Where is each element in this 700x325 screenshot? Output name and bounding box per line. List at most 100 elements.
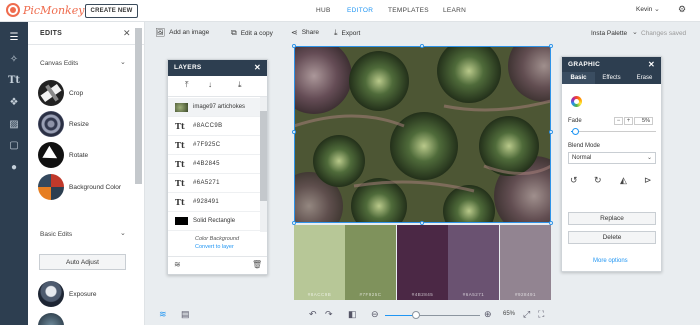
- fit-screen-icon[interactable]: ⤢: [523, 309, 530, 320]
- resize-handle[interactable]: [420, 44, 424, 48]
- palette-dropdown[interactable]: Insta Palette: [591, 30, 627, 37]
- rotate-left-icon[interactable]: ↺: [570, 175, 578, 186]
- color-wheel-icon[interactable]: [571, 96, 582, 107]
- rotate-thumbnail: [38, 142, 64, 168]
- flip-vertical-icon[interactable]: ⊳: [644, 175, 652, 186]
- resize-handle[interactable]: [549, 44, 553, 48]
- close-icon[interactable]: ✕: [648, 57, 655, 72]
- export-button[interactable]: ⤓ Export: [334, 28, 360, 38]
- move-down-icon[interactable]: ↓: [208, 80, 212, 89]
- delete-button[interactable]: Delete: [568, 231, 656, 244]
- layer-row[interactable]: Tt #8ACC9B: [168, 117, 260, 136]
- auto-adjust-button[interactable]: Auto Adjust: [39, 254, 126, 270]
- chevron-down-icon[interactable]: ⌄: [654, 5, 660, 13]
- layers-header[interactable]: LAYERS ✕: [168, 60, 267, 76]
- zoom-in-icon[interactable]: ⊕: [484, 309, 492, 320]
- flip-horizontal-icon[interactable]: ◭: [620, 175, 627, 186]
- chevron-down-icon[interactable]: ⌄: [120, 58, 126, 66]
- edit-resize[interactable]: Resize: [38, 111, 89, 137]
- bottom-bar: ≋ ▤ ↶ ↷ ◧ ⊖ ⊕ 65% ⤢ ⛶: [145, 305, 700, 325]
- fade-decrease-button[interactable]: −: [614, 117, 623, 125]
- shapes-icon[interactable]: ❖: [7, 96, 21, 110]
- nav-hub[interactable]: HUB: [316, 7, 331, 14]
- grid-icon[interactable]: ▤: [181, 309, 190, 320]
- tab-effects[interactable]: Effects: [595, 72, 628, 84]
- edit-label: Resize: [69, 120, 89, 128]
- move-to-top-icon[interactable]: ⤒: [185, 80, 189, 90]
- nav-learn[interactable]: LEARN: [443, 7, 466, 14]
- swatch-hex: #7F925C: [359, 292, 382, 297]
- layer-row[interactable]: Tt #928491: [168, 193, 260, 212]
- resize-handle[interactable]: [292, 130, 296, 134]
- exposure-thumbnail: [38, 281, 64, 307]
- create-new-button[interactable]: CREATE NEW: [85, 4, 138, 18]
- frame-icon[interactable]: ▢: [7, 139, 21, 153]
- blend-mode-select[interactable]: Normal ⌄: [568, 152, 656, 164]
- graphic-header[interactable]: GRAPHIC ✕: [562, 57, 661, 72]
- fade-slider-knob[interactable]: [572, 128, 580, 135]
- color-swatch[interactable]: #7F925C: [345, 225, 396, 300]
- edits-scrollbar[interactable]: [135, 28, 142, 184]
- edit-next[interactable]: [38, 313, 64, 325]
- replace-button[interactable]: Replace: [568, 212, 656, 225]
- layer-row[interactable]: Tt #7F925C: [168, 136, 260, 155]
- layer-row[interactable]: Tt #4B2845: [168, 155, 260, 174]
- gear-icon[interactable]: ⚙: [678, 4, 686, 15]
- color-swatch[interactable]: #8ACC9B: [294, 225, 345, 300]
- compare-icon[interactable]: ◧: [348, 309, 357, 320]
- trash-icon[interactable]: 🗑: [252, 260, 262, 269]
- fullscreen-icon[interactable]: ⛶: [538, 309, 544, 320]
- apple-icon[interactable]: ●: [7, 161, 21, 175]
- sliders-icon[interactable]: ☰: [7, 31, 21, 45]
- close-icon[interactable]: ✕: [254, 60, 261, 76]
- convert-to-layer-link[interactable]: Convert to layer: [195, 244, 234, 250]
- fade-slider[interactable]: [571, 131, 656, 132]
- nav-editor[interactable]: EDITOR: [347, 7, 373, 14]
- move-to-bottom-icon[interactable]: ⤓: [238, 80, 242, 90]
- add-image-button[interactable]: 🖼 Add an image: [155, 28, 209, 37]
- crop-thumbnail: [38, 80, 64, 106]
- tab-erase[interactable]: Erase: [628, 72, 661, 84]
- color-swatch[interactable]: #4B2845: [397, 225, 448, 300]
- section-canvas-edits[interactable]: Canvas Edits: [40, 60, 78, 67]
- share-button[interactable]: ⋖ Share: [291, 28, 319, 37]
- graphic-tabs: Basic Effects Erase: [562, 72, 661, 84]
- chevron-down-icon[interactable]: ⌄: [120, 229, 126, 237]
- color-swatch[interactable]: #928491: [500, 225, 551, 300]
- layers-stack-icon[interactable]: ≋: [174, 260, 181, 269]
- undo-icon[interactable]: ↶: [309, 309, 317, 320]
- zoom-out-icon[interactable]: ⊖: [371, 309, 379, 320]
- resize-handle[interactable]: [549, 130, 553, 134]
- scrollbar-thumb[interactable]: [260, 111, 267, 201]
- rotate-right-icon[interactable]: ↻: [594, 175, 602, 186]
- fade-value-input[interactable]: 5%: [634, 117, 653, 125]
- layers-scrollbar[interactable]: [260, 97, 267, 232]
- fade-increase-button[interactable]: +: [624, 117, 633, 125]
- texture-icon[interactable]: ▨: [7, 118, 21, 132]
- section-basic-edits[interactable]: Basic Edits: [40, 231, 72, 238]
- zoom-slider[interactable]: [385, 315, 480, 316]
- edit-copy-button[interactable]: ⧉ Edit a copy: [231, 28, 273, 38]
- redo-icon[interactable]: ↷: [325, 309, 333, 320]
- wand-icon[interactable]: ✧: [7, 53, 21, 67]
- edit-exposure[interactable]: Exposure: [38, 281, 96, 307]
- edit-background-color[interactable]: Background Color: [38, 174, 121, 200]
- zoom-slider-knob[interactable]: [412, 311, 421, 319]
- resize-handle[interactable]: [292, 44, 296, 48]
- chevron-down-icon[interactable]: ⌄: [632, 28, 638, 36]
- text-icon[interactable]: Tt: [7, 74, 21, 88]
- selection-frame[interactable]: [294, 46, 551, 223]
- user-name[interactable]: Kevin: [636, 6, 652, 13]
- close-icon[interactable]: ✕: [123, 28, 131, 39]
- layers-icon[interactable]: ≋: [159, 309, 167, 320]
- nav-templates[interactable]: TEMPLATES: [388, 7, 429, 14]
- tab-basic[interactable]: Basic: [562, 72, 595, 84]
- logo[interactable]: PicMonkey: [6, 3, 84, 17]
- more-options-link[interactable]: More options: [593, 258, 628, 264]
- layer-row[interactable]: image97 artichokes: [168, 98, 260, 117]
- layer-row[interactable]: Tt #6A5271: [168, 174, 260, 193]
- layer-row[interactable]: Solid Rectangle: [168, 212, 260, 231]
- color-swatch[interactable]: #6A5271: [448, 225, 499, 300]
- edit-crop[interactable]: Crop: [38, 80, 83, 106]
- edit-rotate[interactable]: Rotate: [38, 142, 88, 168]
